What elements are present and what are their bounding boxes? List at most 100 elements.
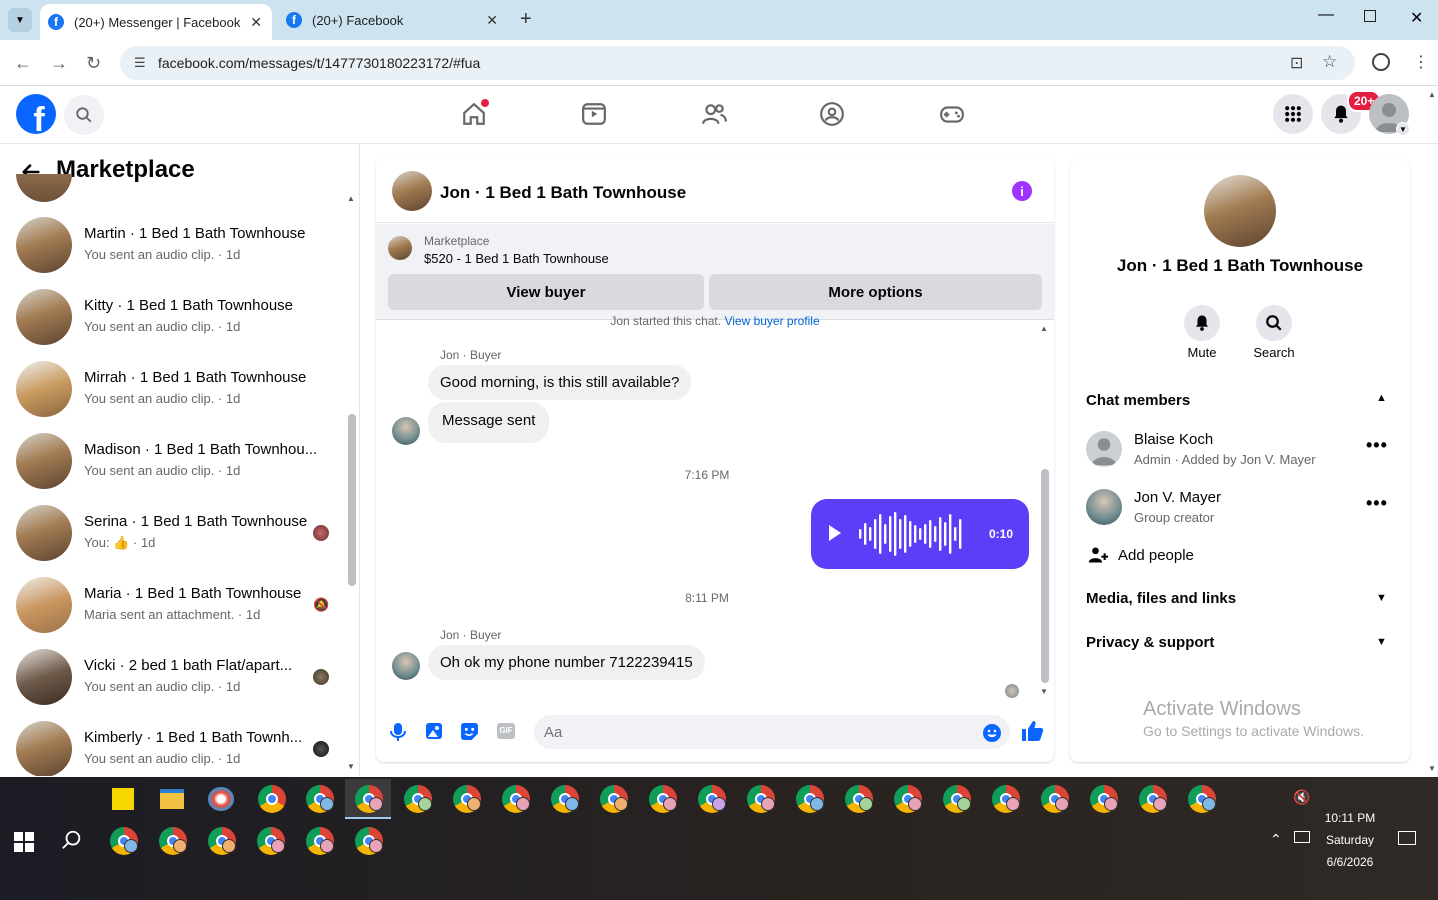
- chrome-app-icon[interactable]: [796, 785, 824, 813]
- sender-avatar[interactable]: [392, 417, 420, 445]
- sticker-icon[interactable]: [460, 722, 479, 741]
- chrome-app-icon[interactable]: [404, 785, 432, 813]
- conversation-item[interactable]: Kimberly · 1 Bed 1 Bath Townh... You sen…: [0, 721, 340, 776]
- search-in-conversation-button[interactable]: [1256, 305, 1292, 341]
- notification-center-icon[interactable]: [1398, 831, 1416, 845]
- scrollbar-thumb[interactable]: [1041, 469, 1049, 683]
- info-icon[interactable]: i: [1012, 181, 1032, 201]
- show-hidden-icons[interactable]: ⌃: [1270, 831, 1282, 848]
- emoji-icon[interactable]: [982, 723, 1002, 743]
- home-nav-icon[interactable]: [461, 99, 489, 127]
- audio-message[interactable]: 0:10: [811, 499, 1029, 569]
- page-scroll-up-arrow[interactable]: ▲: [1428, 90, 1436, 99]
- chrome-app-icon[interactable]: [894, 785, 922, 813]
- bookmark-star-icon[interactable]: ☆: [1322, 52, 1337, 72]
- chrome-app-icon[interactable]: [1041, 785, 1069, 813]
- chrome-app-icon[interactable]: [306, 785, 334, 813]
- conversation-item[interactable]: Kitty · 1 Bed 1 Bath Townhouse You sent …: [0, 289, 340, 361]
- network-icon[interactable]: [1294, 831, 1310, 843]
- paint-app-icon[interactable]: [208, 787, 234, 811]
- reload-button[interactable]: ↻: [86, 53, 101, 73]
- close-window-button[interactable]: ✕: [1410, 8, 1423, 28]
- scroll-up-arrow[interactable]: ▲: [347, 194, 355, 203]
- volume-muted-icon[interactable]: 🔇: [1293, 789, 1310, 806]
- message-bubble[interactable]: Message sent: [428, 402, 550, 443]
- scroll-down-arrow[interactable]: ▼: [1040, 687, 1048, 696]
- profile-icon[interactable]: [1372, 53, 1390, 71]
- menu-grid-button[interactable]: [1273, 94, 1313, 134]
- view-buyer-button[interactable]: View buyer: [388, 274, 704, 310]
- chrome-app-icon[interactable]: [943, 785, 971, 813]
- conversation-item[interactable]: Maria · 1 Bed 1 Bath Townhouse Maria sen…: [0, 577, 340, 649]
- chrome-app-icon[interactable]: [1139, 785, 1167, 813]
- taskbar-search-icon[interactable]: [61, 829, 83, 851]
- maximize-button[interactable]: [1364, 10, 1376, 22]
- forward-button[interactable]: →: [50, 53, 68, 73]
- more-options-icon[interactable]: •••: [1366, 493, 1388, 514]
- sender-avatar[interactable]: [392, 652, 420, 680]
- tab-facebook[interactable]: f (20+) Facebook ✕: [278, 0, 508, 40]
- chrome-app-icon[interactable]: [355, 785, 383, 813]
- chat-title[interactable]: Jon · 1 Bed 1 Bath Townhouse: [440, 183, 686, 203]
- mute-button[interactable]: [1184, 305, 1220, 341]
- file-explorer-app-icon[interactable]: [160, 789, 184, 809]
- omnibox[interactable]: ☰ facebook.com/messages/t/14777301802231…: [120, 46, 1355, 80]
- tab-messenger[interactable]: f (20+) Messenger | Facebook ✕: [40, 4, 272, 40]
- like-thumbs-up-icon[interactable]: [1020, 719, 1044, 743]
- chrome-app-icon[interactable]: [600, 785, 628, 813]
- microphone-icon[interactable]: [389, 722, 407, 742]
- message-input[interactable]: [534, 715, 1010, 749]
- chrome-app-icon[interactable]: [258, 785, 286, 813]
- chrome-app-icon[interactable]: [257, 827, 285, 855]
- url-text[interactable]: facebook.com/messages/t/1477730180223172…: [158, 55, 480, 71]
- chrome-app-icon[interactable]: [502, 785, 530, 813]
- groups-nav-icon[interactable]: [819, 101, 845, 127]
- chat-avatar[interactable]: [392, 171, 432, 211]
- media-files-links-header[interactable]: Media, files and links: [1086, 590, 1236, 607]
- listing-price-title[interactable]: $520 - 1 Bed 1 Bath Townhouse: [424, 251, 609, 266]
- scroll-up-arrow[interactable]: ▲: [1040, 324, 1048, 333]
- site-info-icon[interactable]: ☰: [134, 55, 146, 71]
- more-options-icon[interactable]: •••: [1366, 435, 1388, 456]
- windows-start-icon[interactable]: [14, 832, 34, 852]
- chrome-app-icon[interactable]: [845, 785, 873, 813]
- tab-list-dropdown-icon[interactable]: ▼: [8, 8, 32, 32]
- chrome-app-icon[interactable]: [208, 827, 236, 855]
- scrollbar-thumb[interactable]: [348, 414, 356, 586]
- minimize-button[interactable]: —: [1318, 6, 1334, 24]
- search-button[interactable]: [64, 95, 104, 135]
- friends-nav-icon[interactable]: [701, 101, 727, 127]
- close-tab-icon[interactable]: ✕: [250, 14, 262, 31]
- video-nav-icon[interactable]: [581, 101, 607, 127]
- chrome-app-icon[interactable]: [698, 785, 726, 813]
- view-buyer-profile-link[interactable]: View buyer profile: [724, 314, 819, 328]
- conversation-item[interactable]: Madison · 1 Bed 1 Bath Townhou... You se…: [0, 433, 340, 505]
- conversation-item[interactable]: Vicki · 2 bed 1 bath Flat/apart... You s…: [0, 649, 340, 721]
- message-bubble[interactable]: Good morning, is this still available?: [428, 365, 692, 400]
- facebook-logo-icon[interactable]: f: [16, 94, 56, 134]
- gaming-nav-icon[interactable]: [939, 101, 965, 127]
- chrome-app-icon[interactable]: [992, 785, 1020, 813]
- back-button[interactable]: ←: [14, 53, 32, 73]
- conversation-item[interactable]: Mirrah · 1 Bed 1 Bath Townhouse You sent…: [0, 361, 340, 433]
- system-clock[interactable]: 10:11 PM Saturday 6/6/2026: [1318, 807, 1382, 873]
- browser-menu-icon[interactable]: ⋮: [1413, 52, 1429, 72]
- chevron-up-icon[interactable]: ▲: [1376, 392, 1387, 404]
- page-scroll-down-arrow[interactable]: ▼: [1428, 764, 1436, 773]
- sticky-notes-app-icon[interactable]: [112, 788, 134, 810]
- message-bubble[interactable]: Oh ok my phone number 7122239415: [428, 645, 705, 680]
- conversation-item[interactable]: Serina · 1 Bed 1 Bath Townhouse You: 👍 ·…: [0, 505, 340, 577]
- privacy-support-header[interactable]: Privacy & support: [1086, 634, 1214, 651]
- more-options-button[interactable]: More options: [709, 274, 1042, 310]
- chrome-app-icon[interactable]: [453, 785, 481, 813]
- chrome-app-icon[interactable]: [649, 785, 677, 813]
- chrome-app-icon[interactable]: [1090, 785, 1118, 813]
- chat-members-header[interactable]: Chat members: [1086, 392, 1190, 409]
- chrome-app-icon[interactable]: [159, 827, 187, 855]
- play-icon[interactable]: [829, 525, 841, 541]
- install-app-icon[interactable]: ⊡: [1290, 53, 1303, 73]
- chevron-down-icon[interactable]: ▼: [1376, 592, 1387, 604]
- chrome-app-icon[interactable]: [551, 785, 579, 813]
- close-tab-icon[interactable]: ✕: [486, 12, 498, 29]
- chevron-down-icon[interactable]: ▼: [1376, 636, 1387, 648]
